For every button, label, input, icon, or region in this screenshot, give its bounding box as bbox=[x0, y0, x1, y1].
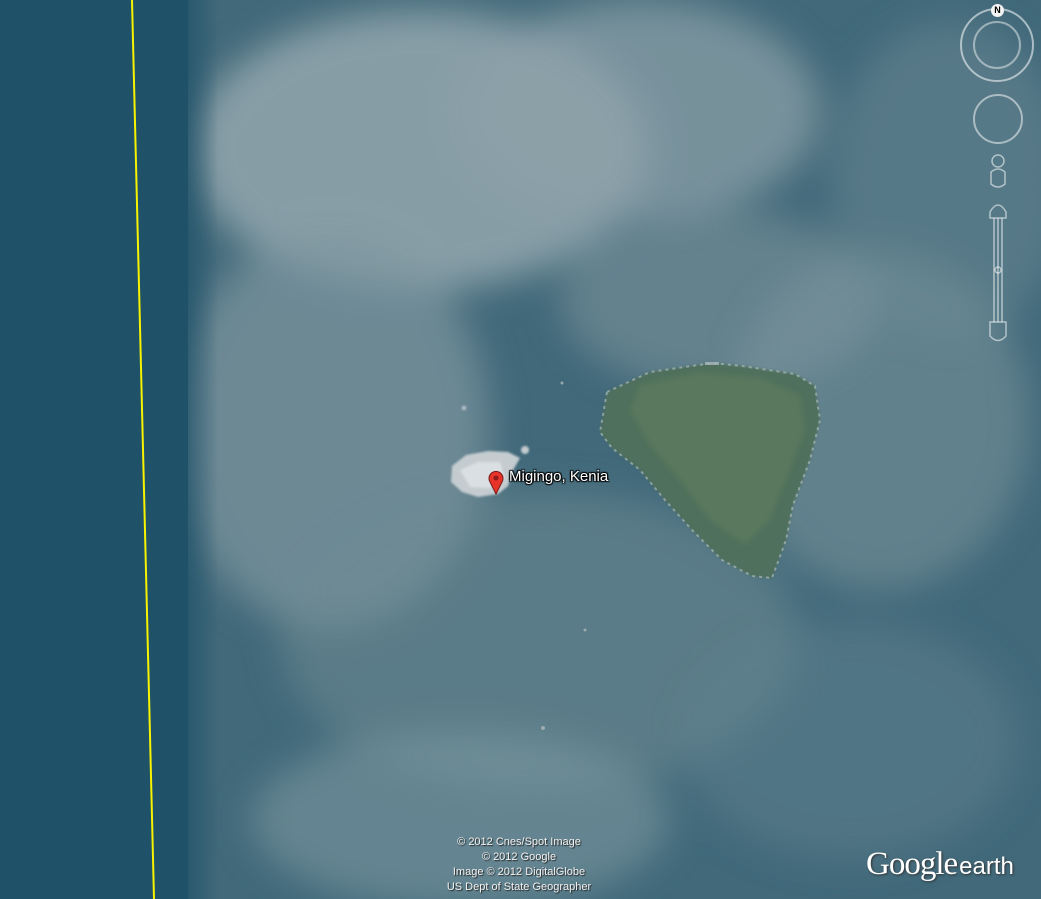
placemark-label[interactable]: Migingo, Kenia bbox=[509, 468, 608, 485]
logo-google-text: Google bbox=[866, 846, 958, 882]
attribution-line: © 2012 Google bbox=[481, 851, 557, 863]
strip-edge-shade bbox=[178, 0, 218, 899]
attribution-line: © 2012 Cnes/Spot Image bbox=[457, 836, 581, 848]
satellite-map[interactable] bbox=[0, 0, 1041, 899]
compass-inner-ring[interactable] bbox=[973, 21, 1021, 69]
dark-imagery-strip bbox=[0, 0, 188, 899]
look-joystick-icon[interactable] bbox=[973, 94, 1023, 144]
imagery-attribution: © 2012 Cnes/Spot Image © 2012 Google Ima… bbox=[419, 835, 619, 895]
logo-earth-text: earth bbox=[959, 853, 1014, 880]
attribution-line: Image © 2012 DigitalGlobe bbox=[452, 866, 586, 878]
attribution-line: US Dept of State Geographer bbox=[446, 881, 592, 893]
google-earth-logo: Googleearth bbox=[866, 846, 1014, 883]
north-indicator[interactable]: N bbox=[991, 4, 1004, 17]
